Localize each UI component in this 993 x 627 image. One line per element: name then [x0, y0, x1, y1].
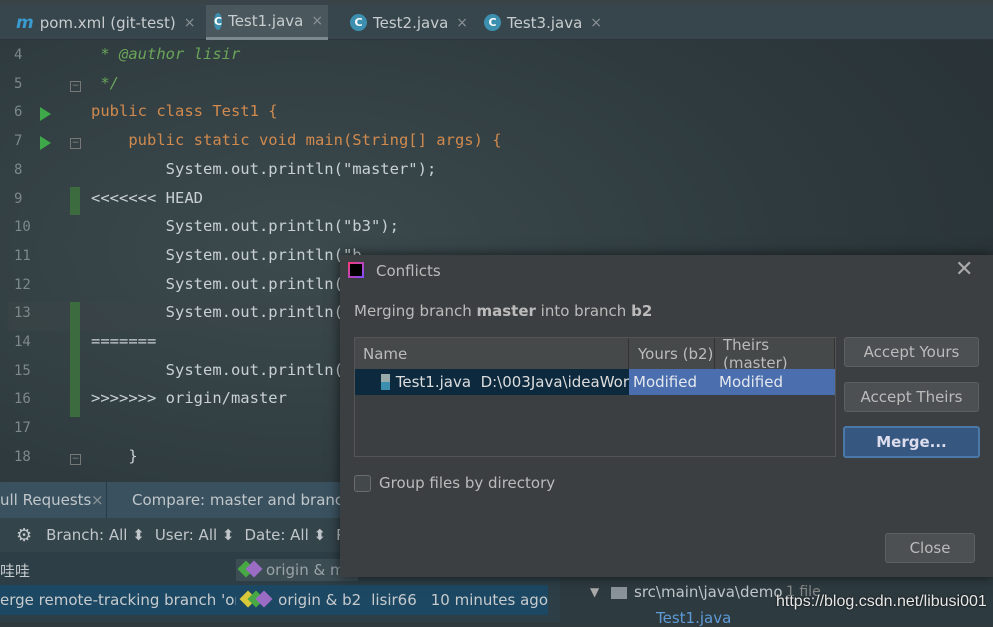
fold-icon[interactable]: − [70, 80, 81, 92]
theirs-status: Modified [719, 373, 784, 391]
code-line[interactable]: * @author lisir [91, 45, 240, 63]
maven-icon: m [16, 12, 34, 33]
tab-label: Test1.java [228, 12, 304, 30]
merge-message: Merging branch master into branch b2 [354, 302, 653, 320]
tab-compare[interactable]: Compare: master and branch [132, 491, 353, 509]
column-header-theirs[interactable]: Theirs (master) [715, 336, 835, 372]
line-number: 6 [14, 104, 23, 121]
java-class-icon: C [214, 12, 223, 30]
commit-refs: origin & b2 [278, 591, 362, 609]
code-line[interactable]: >>>>>>> origin/master [91, 389, 287, 407]
gear-icon[interactable]: ⚙ [16, 525, 32, 546]
line-number: 12 [14, 276, 31, 293]
commit-message: erge remote-tracking branch 'origin [0, 591, 236, 609]
code-line[interactable]: System.out.println("master"); [91, 160, 437, 178]
line-number: 5 [14, 75, 23, 92]
checkbox-label: Group files by directory [379, 474, 556, 492]
watermark: https://blog.csdn.net/libusi001 [776, 593, 987, 610]
file-name: Test1.java [395, 373, 472, 391]
line-number: 18 [14, 448, 31, 465]
tab-test2-java[interactable]: C Test2.java × [342, 5, 476, 40]
code-line[interactable]: ======= [91, 332, 156, 350]
run-icon[interactable] [40, 136, 51, 151]
code-line[interactable]: public static void main(String[] args) { [91, 131, 501, 149]
commit-message: 哇哇 [0, 561, 31, 580]
dialog-title: Conflicts [376, 262, 441, 280]
close-icon[interactable]: × [311, 13, 323, 29]
folder-icon [611, 587, 627, 599]
file-label[interactable]: Test1.java [656, 609, 731, 627]
column-header-yours[interactable]: Yours (b2) [629, 338, 715, 369]
tag-icon [239, 590, 278, 609]
line-number: 16 [14, 391, 31, 408]
checkbox-icon[interactable] [354, 474, 371, 492]
line-number: 8 [14, 161, 23, 178]
code-line[interactable]: */ [91, 74, 119, 92]
accept-theirs-button[interactable]: Accept Theirs [844, 382, 979, 412]
file-path: D:\003Java\ideaWor [480, 373, 629, 391]
tab-pull-requests[interactable]: ull Requests [0, 491, 91, 509]
column-header-name[interactable]: Name [355, 338, 629, 369]
code-line[interactable]: System.out.println( [91, 275, 343, 293]
line-number: 7 [14, 133, 23, 150]
line-number: 4 [14, 47, 23, 63]
change-marker [70, 302, 80, 417]
branch-filter[interactable]: Branch: All ⬍ [46, 526, 145, 544]
folder-label[interactable]: src\main\java\demo [634, 583, 783, 601]
line-number: 13 [14, 305, 31, 322]
group-files-checkbox[interactable]: Group files by directory [354, 474, 555, 492]
java-file-icon [381, 374, 390, 390]
code-line[interactable]: System.out.println("b [91, 246, 362, 264]
tab-label: Test2.java [373, 13, 449, 32]
conflicts-dialog: Conflicts ✕ Merging branch master into b… [340, 255, 993, 577]
code-line[interactable]: System.out.println("b3"); [91, 217, 399, 235]
tab-test1-java[interactable]: C Test1.java × [206, 5, 328, 40]
editor-tabs: m pom.xml (git-test) × C Test1.java × C Test2… [0, 0, 993, 40]
line-number: 14 [14, 334, 31, 350]
java-class-icon: C [484, 14, 501, 31]
date-filter[interactable]: Date: All ⬍ [245, 526, 327, 544]
tab-divider [106, 482, 107, 518]
expand-arrow-icon[interactable]: ▼ [590, 585, 599, 599]
code-line[interactable]: } [91, 447, 137, 465]
tab-label: pom.xml (git-test) [39, 13, 176, 32]
tab-pom-xml[interactable]: m pom.xml (git-test) × [8, 5, 203, 40]
code-line[interactable]: System.out.println( [91, 361, 343, 379]
line-number: 15 [14, 362, 31, 379]
line-number: 17 [14, 420, 31, 437]
table-row[interactable]: Test1.java D:\003Java\ideaWor Modified M… [355, 369, 835, 395]
tab-label: Test3.java [507, 13, 583, 32]
close-icon[interactable]: × [184, 15, 196, 31]
close-icon[interactable]: × [91, 491, 104, 509]
intellij-logo-icon [348, 262, 364, 278]
close-button[interactable]: Close [885, 533, 975, 563]
fold-icon[interactable]: − [70, 453, 81, 465]
java-class-icon: C [350, 14, 367, 31]
code-line[interactable]: <<<<<<< HEAD [91, 189, 203, 207]
conflicts-table: Name Yours (b2) Theirs (master) Test1.ja… [354, 336, 836, 457]
close-icon[interactable]: ✕ [955, 257, 973, 282]
commit-row-selected[interactable]: erge remote-tracking branch 'origin orig… [0, 585, 548, 615]
tab-test3-java[interactable]: C Test3.java × [476, 5, 610, 40]
line-number: 10 [14, 219, 31, 236]
line-number: 11 [14, 247, 31, 264]
merge-button[interactable]: Merge... [843, 426, 980, 458]
change-marker [70, 187, 80, 215]
commit-date: 10 minutes ago [430, 591, 548, 609]
user-filter[interactable]: User: All ⬍ [155, 526, 235, 544]
fold-icon[interactable]: − [70, 138, 81, 150]
line-number: 9 [14, 190, 23, 207]
commit-author: lisir66 [371, 591, 417, 609]
run-icon[interactable] [40, 107, 51, 122]
close-icon[interactable]: × [456, 15, 468, 31]
code-line[interactable]: public class Test1 { [91, 102, 278, 120]
close-icon[interactable]: × [590, 15, 602, 31]
yours-status: Modified [633, 373, 698, 391]
accept-yours-button[interactable]: Accept Yours [844, 337, 979, 367]
code-line[interactable]: System.out.println( [91, 303, 343, 321]
